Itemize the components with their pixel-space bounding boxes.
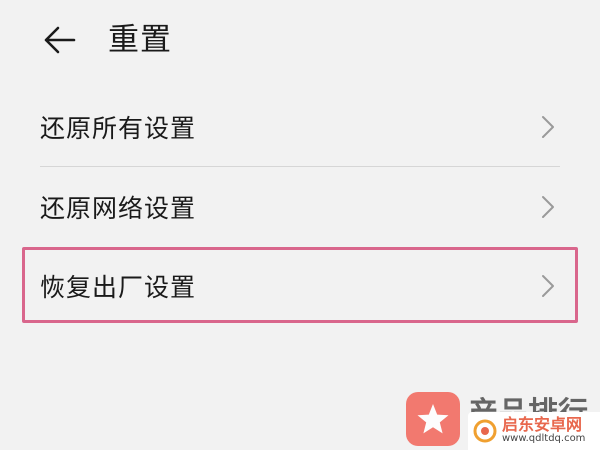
- arrow-left-icon: [44, 26, 76, 54]
- site-logo-icon: [473, 419, 497, 443]
- chevron-right-icon: [538, 193, 558, 221]
- watermark: 产品排行 启东安卓网 www.qdltdq.com: [404, 386, 600, 450]
- site-name: 启东安卓网: [502, 415, 583, 435]
- star-icon: [406, 392, 460, 446]
- reset-all-settings-item[interactable]: 还原所有设置: [40, 87, 560, 167]
- back-button[interactable]: [36, 18, 84, 62]
- reset-network-settings-label: 还原网络设置: [40, 194, 197, 223]
- reset-all-settings-label: 还原所有设置: [40, 114, 197, 143]
- watermark-badge: 启东安卓网 www.qdltdq.com: [468, 412, 600, 450]
- chevron-right-icon: [538, 113, 558, 141]
- reset-settings-screen: 重置 还原所有设置 还原网络设置 恢复出厂设置 启东安卓网 www.qdltdq…: [0, 0, 600, 450]
- watermark-text: 启东安卓网 www.qdltdq.com: [502, 417, 585, 444]
- reset-network-settings-item[interactable]: 还原网络设置: [40, 167, 560, 247]
- highlight-box: [22, 247, 578, 323]
- header: 重置: [0, 0, 600, 84]
- site-url: www.qdltdq.com: [502, 433, 586, 445]
- page-title: 重置: [108, 22, 172, 58]
